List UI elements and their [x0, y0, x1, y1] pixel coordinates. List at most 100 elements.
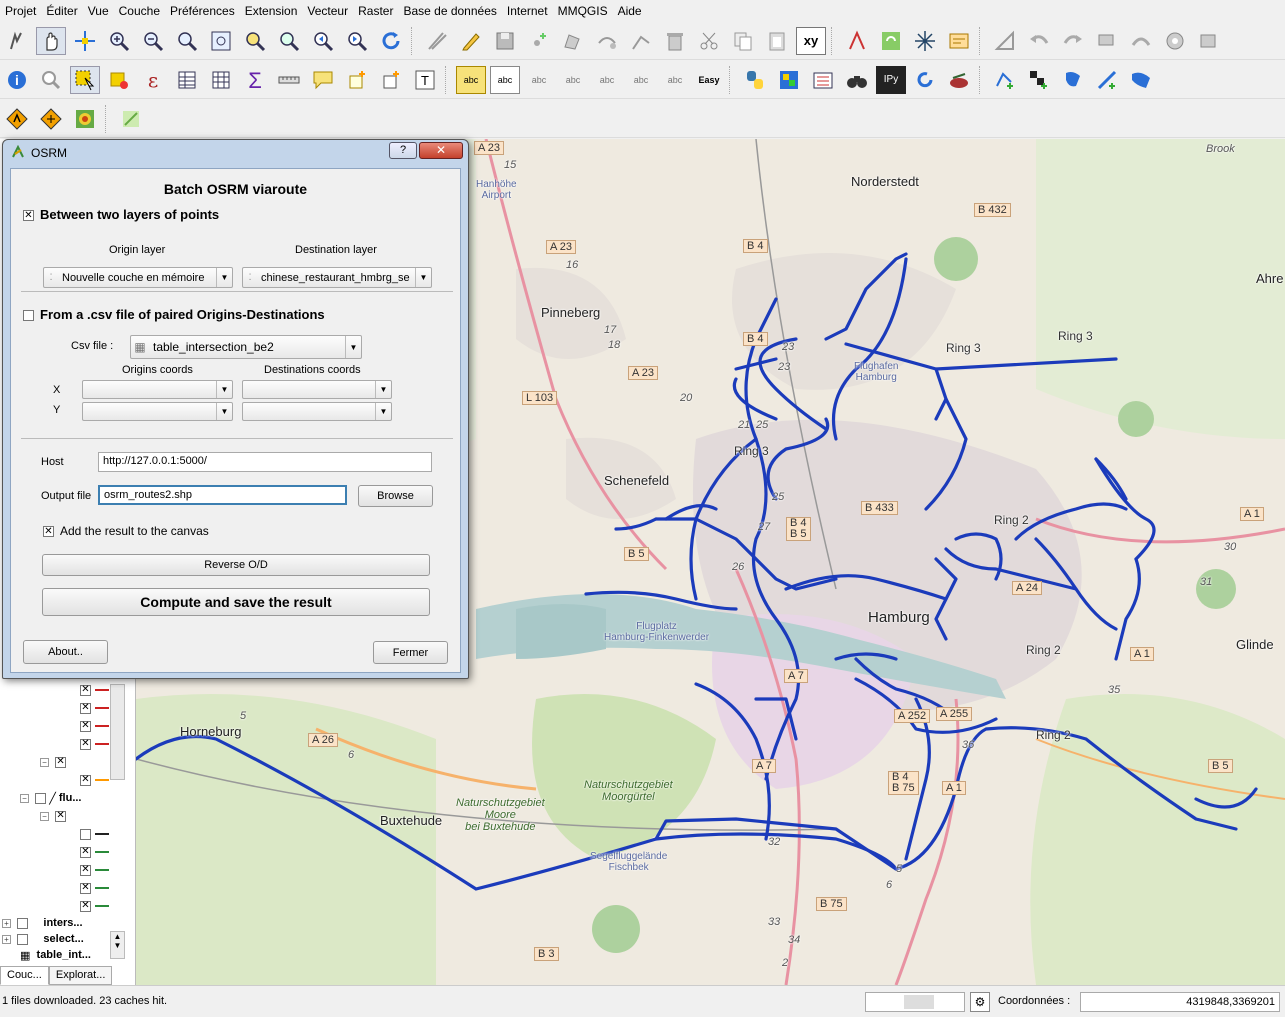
osrm-table-icon[interactable] [36, 105, 66, 133]
expand-icon[interactable]: + [2, 934, 11, 944]
reverse-od-button[interactable]: Reverse O/D [42, 554, 430, 576]
osrm-isochrone-icon[interactable] [70, 105, 100, 133]
origin-x-select[interactable]: ▼ [82, 380, 233, 399]
expand-icon[interactable]: + [2, 918, 11, 928]
between-layers-checkbox[interactable]: ✕ [23, 210, 34, 221]
csv-file-select[interactable]: ▦ table_intersection_be2 ▼ [130, 335, 362, 359]
destination-x-select[interactable]: ▼ [242, 380, 392, 399]
add-vector-layer-icon[interactable] [990, 66, 1020, 94]
from-csv-checkbox[interactable] [23, 310, 34, 321]
snap-icon[interactable] [910, 27, 940, 55]
undo-icon[interactable] [1024, 27, 1054, 55]
zoom-next-icon[interactable] [342, 27, 372, 55]
attribute-table-icon[interactable] [172, 66, 202, 94]
tab-layers[interactable]: Couc... [0, 966, 49, 985]
osrm-batch-icon[interactable] [116, 105, 146, 133]
menu-item[interactable]: Internet [502, 0, 553, 22]
show-hide-labels-icon[interactable]: abc [558, 66, 588, 94]
qgiscloud-icon[interactable] [944, 66, 974, 94]
menu-item[interactable]: Vecteur [302, 0, 353, 22]
vector-tool-icon[interactable] [842, 27, 872, 55]
layers-scrollbar[interactable] [110, 684, 125, 780]
tab-browser[interactable]: Explorat... [48, 966, 113, 985]
menu-item[interactable]: Raster [353, 0, 398, 22]
expression-select-icon[interactable]: ε [138, 66, 168, 94]
destination-layer-select[interactable]: ⁚ chinese_restaurant_hmbrg_se ▼ [242, 267, 432, 288]
messages-icon[interactable]: ⚙ [970, 992, 990, 1012]
raster-calc-icon[interactable] [876, 27, 906, 55]
measure-angle-icon[interactable] [990, 27, 1020, 55]
layer-checkbox[interactable]: ✕ [80, 684, 91, 696]
add-ring-icon[interactable] [1160, 27, 1190, 55]
about-button[interactable]: About.. [23, 640, 108, 664]
add-part-icon[interactable] [1194, 27, 1224, 55]
zoom-last-icon[interactable] [308, 27, 338, 55]
layer-checkbox[interactable]: ✕ [80, 702, 91, 714]
close-icon[interactable]: ✕ [419, 142, 463, 159]
xy-icon[interactable]: xy [796, 26, 826, 55]
layer-checkbox[interactable]: ✕ [80, 882, 91, 894]
collapse-icon[interactable]: − [40, 811, 49, 821]
add-result-checkbox[interactable]: ✕ [43, 526, 54, 537]
menu-item[interactable]: Éditer [41, 0, 82, 22]
new-bookmark-icon[interactable] [342, 66, 372, 94]
node-tool-icon[interactable] [626, 27, 656, 55]
layer-checkbox[interactable] [35, 792, 47, 804]
collapse-icon[interactable]: − [20, 793, 29, 803]
layer-checkbox[interactable]: ✕ [80, 900, 91, 912]
layer-labeling-icon[interactable]: abc [490, 65, 520, 94]
edit-pencil-icon[interactable] [456, 27, 486, 55]
pan-map-icon[interactable] [36, 26, 66, 55]
dbmanager-icon[interactable] [808, 66, 838, 94]
scroll-arrows[interactable]: ▲ ▼ [110, 931, 125, 959]
cut-icon[interactable] [694, 27, 724, 55]
origin-layer-select[interactable]: ⁚ Nouvelle couche en mémoire ▼ [43, 267, 233, 288]
move-label-icon[interactable]: abc [592, 66, 622, 94]
layer-checkbox[interactable]: ✕ [80, 774, 91, 786]
dialog-titlebar[interactable]: OSRM ? ✕ [3, 140, 468, 166]
collapse-icon[interactable]: − [40, 757, 49, 767]
add-point-icon[interactable] [524, 27, 554, 55]
rotate-label-icon[interactable]: abc [626, 66, 656, 94]
show-bookmarks-icon[interactable] [376, 66, 406, 94]
browse-button[interactable]: Browse [358, 485, 433, 507]
close-button[interactable]: Fermer [373, 641, 448, 664]
map-tips-icon[interactable] [36, 66, 66, 94]
add-wms-icon[interactable] [1092, 66, 1122, 94]
zoom-native-icon[interactable] [172, 27, 202, 55]
map-tips-bubble-icon[interactable] [308, 66, 338, 94]
simplify-icon[interactable] [1126, 27, 1156, 55]
python-console-icon[interactable] [740, 66, 770, 94]
add-spatialite-icon[interactable] [1058, 66, 1088, 94]
menu-item[interactable]: Base de données [398, 0, 501, 22]
pan-to-selection-icon[interactable] [70, 27, 100, 55]
delete-icon[interactable] [660, 27, 690, 55]
output-file-input[interactable]: osrm_routes2.shp [98, 485, 347, 505]
ipython-icon[interactable]: IPy [876, 65, 906, 94]
destination-y-select[interactable]: ▼ [242, 402, 392, 421]
layer-checkbox[interactable] [17, 933, 29, 945]
layer-checkbox[interactable]: ✕ [55, 756, 67, 768]
redo-icon[interactable] [1058, 27, 1088, 55]
layer-row-flu[interactable]: − ╱ flu... [20, 790, 146, 806]
digitize-icon[interactable] [422, 27, 452, 55]
layer-checkbox[interactable] [17, 917, 29, 929]
text-annotation2-icon[interactable]: T [410, 66, 440, 94]
copy-icon[interactable] [728, 27, 758, 55]
georeferencer-icon[interactable] [774, 66, 804, 94]
zoom-out-icon[interactable] [138, 27, 168, 55]
select-features-icon[interactable] [70, 65, 100, 94]
labeling-icon[interactable]: abc [456, 65, 486, 94]
measure-line-icon[interactable] [274, 66, 304, 94]
identify-icon[interactable]: i [2, 66, 32, 94]
statistics-sum-icon[interactable]: Σ [240, 66, 270, 94]
coordinates-field[interactable]: 4319848,3369201 [1080, 992, 1280, 1012]
host-input[interactable]: http://127.0.0.1:5000/ [98, 452, 432, 472]
touch-icon[interactable] [2, 27, 32, 55]
save-edits-icon[interactable] [490, 27, 520, 55]
menu-item[interactable]: Vue [83, 0, 114, 22]
menu-item[interactable]: MMQGIS [553, 0, 613, 22]
binoculars-icon[interactable] [842, 66, 872, 94]
pin-labels-icon[interactable]: abc [524, 66, 554, 94]
layer-checkbox[interactable]: ✕ [80, 720, 91, 732]
